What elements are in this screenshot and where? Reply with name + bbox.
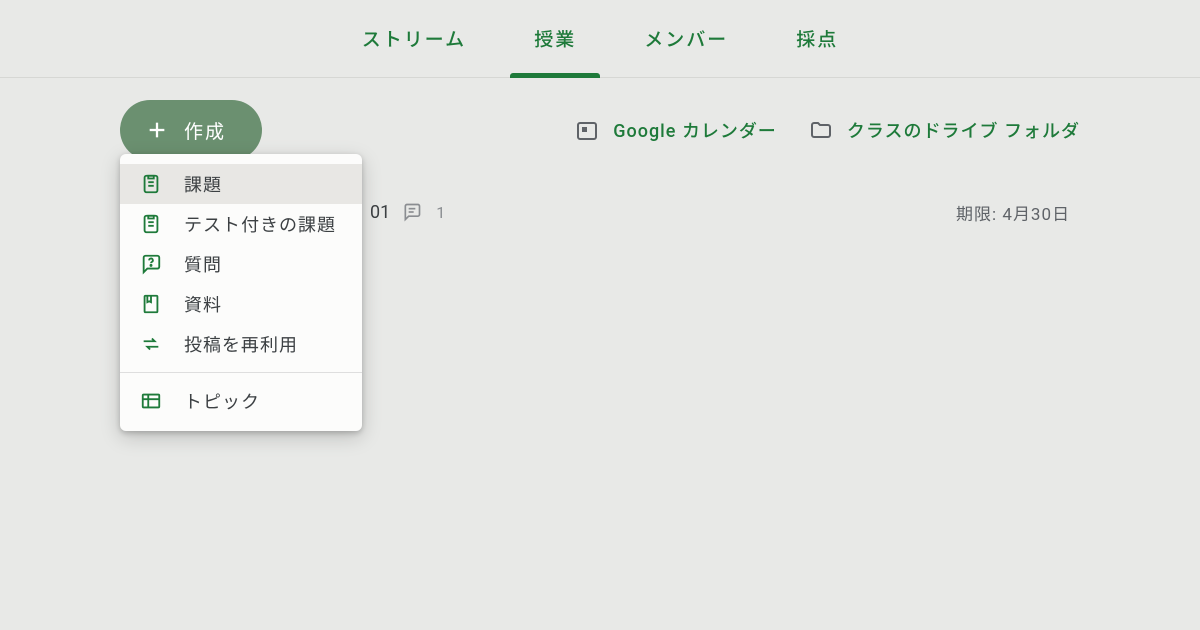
content-area: 01 1 期限: 4月30日 課題 テスト付きの課題 質問 <box>0 184 1200 240</box>
menu-topic[interactable]: トピック <box>120 381 362 421</box>
folder-icon <box>809 118 833 142</box>
menu-material-label: 資料 <box>184 291 222 317</box>
google-calendar-link[interactable]: Google カレンダー <box>575 117 777 143</box>
create-button[interactable]: 作成 <box>120 100 262 160</box>
menu-assignment[interactable]: 課題 <box>120 164 362 204</box>
comment-icon <box>402 202 422 222</box>
menu-assignment-label: 課題 <box>184 171 222 197</box>
menu-quiz-assignment-label: テスト付きの課題 <box>184 211 336 237</box>
assignment-icon <box>140 173 162 195</box>
comment-count: 1 <box>436 203 445 222</box>
menu-question[interactable]: 質問 <box>120 244 362 284</box>
create-dropdown: 課題 テスト付きの課題 質問 資料 投稿を再利用 <box>120 154 362 431</box>
menu-topic-label: トピック <box>184 388 260 414</box>
menu-reuse-post[interactable]: 投稿を再利用 <box>120 324 362 364</box>
assignment-title-fragment: 01 <box>370 202 390 223</box>
plus-icon <box>146 119 168 141</box>
calendar-link-label: Google カレンダー <box>613 117 777 143</box>
reuse-icon <box>140 333 162 355</box>
quiz-assignment-icon <box>140 213 162 235</box>
tab-people[interactable]: メンバー <box>610 0 762 78</box>
drive-link-label: クラスのドライブ フォルダ <box>847 117 1080 143</box>
material-icon <box>140 293 162 315</box>
assignment-row-left: 01 1 <box>370 202 445 223</box>
topic-icon <box>140 390 162 412</box>
tab-classwork[interactable]: 授業 <box>500 0 610 78</box>
question-icon <box>140 253 162 275</box>
tab-grades[interactable]: 採点 <box>762 0 872 78</box>
tab-stream[interactable]: ストリーム <box>328 0 500 78</box>
menu-question-label: 質問 <box>184 251 222 277</box>
toolbar-links: Google カレンダー クラスのドライブ フォルダ <box>575 117 1080 143</box>
class-drive-link[interactable]: クラスのドライブ フォルダ <box>809 117 1080 143</box>
create-button-label: 作成 <box>184 117 226 144</box>
calendar-icon <box>575 118 599 142</box>
dropdown-divider <box>120 372 362 373</box>
assignment-due: 期限: 4月30日 <box>956 200 1070 225</box>
menu-material[interactable]: 資料 <box>120 284 362 324</box>
tab-bar: ストリーム 授業 メンバー 採点 <box>0 0 1200 78</box>
menu-reuse-label: 投稿を再利用 <box>184 331 298 357</box>
menu-quiz-assignment[interactable]: テスト付きの課題 <box>120 204 362 244</box>
